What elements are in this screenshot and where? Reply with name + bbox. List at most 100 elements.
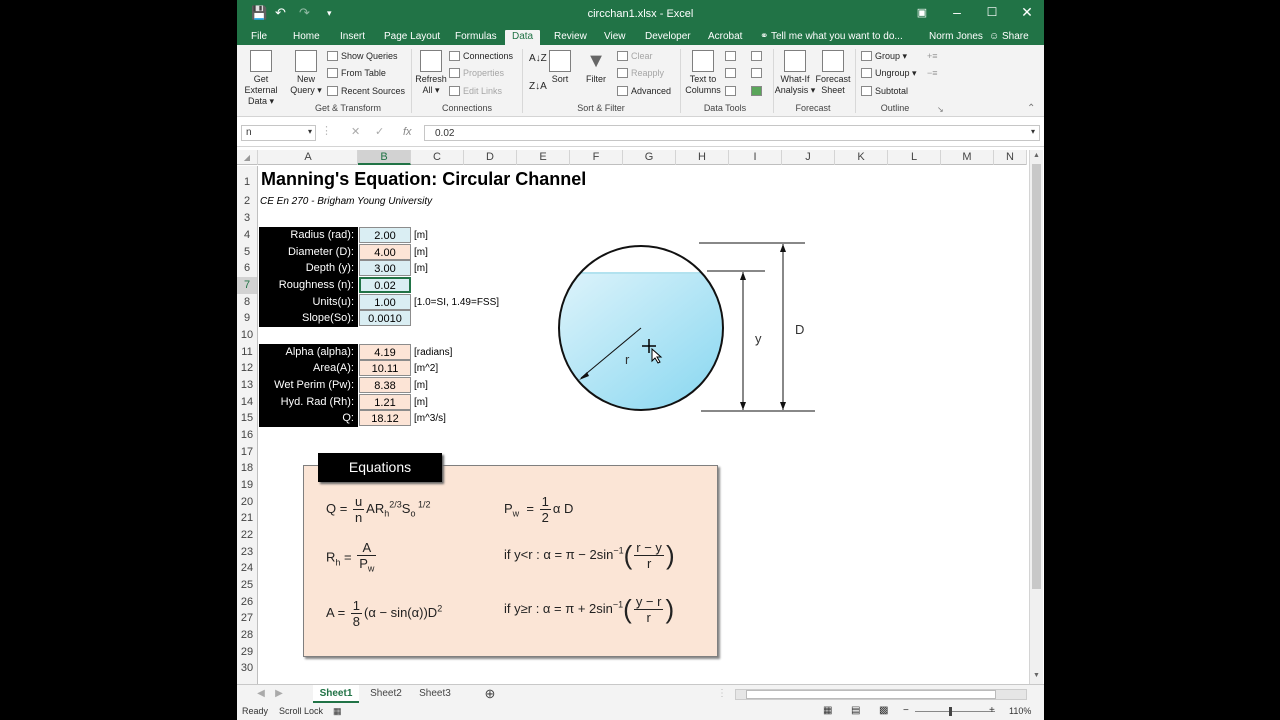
close-icon[interactable]: ✕ [1012, 4, 1042, 21]
sheet-subtitle[interactable]: CE En 270 - Brigham Young University [260, 196, 432, 207]
sort-za-button[interactable]: Z↓A [529, 81, 547, 92]
row-header[interactable]: 22 [237, 527, 257, 544]
vertical-scrollbar[interactable]: ▲ ▼ [1029, 150, 1043, 684]
name-box[interactable]: n ▾ [241, 125, 316, 141]
zoom-out-icon[interactable]: − [903, 705, 909, 716]
cell-value[interactable]: 1.21 [359, 394, 411, 410]
hide-detail-icon[interactable]: −≡ [927, 68, 938, 79]
zoom-in-icon[interactable]: + [989, 705, 995, 716]
cell-unit[interactable]: [m^2] [414, 360, 438, 377]
row-header[interactable]: 18 [237, 460, 257, 477]
maximize-icon[interactable]: ☐ [977, 5, 1007, 19]
equations-title[interactable]: Equations [318, 453, 442, 482]
group-button[interactable]: Group ▾ [861, 51, 907, 62]
row-header[interactable]: 1 [237, 166, 257, 191]
col-header[interactable]: L [888, 150, 941, 165]
from-table-button[interactable]: From Table [327, 68, 386, 79]
row-header[interactable]: 3 [237, 210, 257, 227]
ribbon-display-icon[interactable]: ▣ [907, 6, 937, 19]
row-header[interactable]: 14 [237, 394, 257, 411]
what-if-analysis-button[interactable]: What-If Analysis ▾ [773, 50, 817, 96]
chevron-down-icon[interactable]: ▾ [308, 127, 312, 136]
row-header[interactable]: 28 [237, 627, 257, 644]
col-header[interactable]: D [464, 150, 517, 165]
share-button[interactable]: ☺ Share [989, 30, 1029, 45]
next-sheet-icon[interactable]: ▶ [273, 685, 285, 703]
dialog-launcher-icon[interactable]: ↘ [937, 104, 944, 115]
minimize-icon[interactable]: – [942, 4, 972, 20]
clear-filter-button[interactable]: Clear [617, 51, 653, 62]
cell-label[interactable]: Hyd. Rad (Rh): [259, 394, 358, 411]
row-header[interactable]: 10 [237, 327, 257, 344]
macro-record-icon[interactable]: ▦ [333, 706, 342, 717]
cell-label[interactable]: Radius (rad): [259, 227, 358, 244]
add-sheet-icon[interactable]: ⊕ [482, 685, 498, 703]
sort-az-button[interactable]: A↓Z [529, 53, 547, 64]
refresh-all-button[interactable]: Refresh All ▾ [415, 50, 447, 96]
row-header[interactable]: 13 [237, 377, 257, 394]
col-header[interactable]: H [676, 150, 729, 165]
flash-fill-icon[interactable] [725, 51, 739, 62]
subtotal-button[interactable]: Subtotal [861, 86, 908, 97]
equations-box[interactable]: Q = u n ARh2/3So 1/2 Pw = 12α D Rh = A Pw i… [303, 465, 718, 657]
cancel-entry-icon[interactable]: ✕ [351, 125, 360, 138]
row-header[interactable]: 16 [237, 427, 257, 444]
tab-review[interactable]: Review [554, 30, 587, 45]
tab-home[interactable]: Home [293, 30, 320, 45]
zoom-slider-thumb[interactable] [949, 707, 952, 716]
col-header[interactable]: C [411, 150, 464, 165]
remove-duplicates-icon[interactable] [725, 68, 739, 79]
confirm-entry-icon[interactable]: ✓ [375, 125, 384, 138]
row-header[interactable]: 5 [237, 244, 257, 261]
reapply-button[interactable]: Reapply [617, 68, 664, 79]
edit-links-button[interactable]: Edit Links [449, 86, 502, 97]
cell-label[interactable]: Q: [259, 410, 358, 427]
insert-function-icon[interactable]: fx [403, 126, 412, 138]
sheet-tab-sheet2[interactable]: Sheet2 [363, 685, 409, 703]
cell-value[interactable]: 1.00 [359, 294, 411, 310]
col-header[interactable]: E [517, 150, 570, 165]
show-detail-icon[interactable]: +≡ [927, 51, 938, 62]
text-to-columns-button[interactable]: Text to Columns [683, 50, 723, 96]
manage-data-model-icon[interactable] [751, 86, 765, 97]
cell-value[interactable]: 2.00 [359, 227, 411, 243]
ungroup-button[interactable]: Ungroup ▾ [861, 68, 917, 79]
cell-unit[interactable]: [m^3/s] [414, 410, 446, 427]
row-header[interactable]: 27 [237, 610, 257, 627]
row-header[interactable]: 11 [237, 344, 257, 361]
select-all-corner[interactable]: ◢ [237, 150, 258, 165]
tab-view[interactable]: View [604, 30, 626, 45]
cell-unit[interactable]: [m] [414, 377, 428, 394]
row-header[interactable]: 20 [237, 494, 257, 511]
row-header[interactable]: 23 [237, 544, 257, 561]
cell-value[interactable]: 0.0010 [359, 310, 411, 326]
normal-view-icon[interactable]: ▦ [823, 705, 832, 716]
cell-label[interactable]: Alpha (alpha): [259, 344, 358, 361]
row-header[interactable]: 9 [237, 310, 257, 327]
sheet-tab-sheet3[interactable]: Sheet3 [412, 685, 458, 703]
row-header[interactable]: 25 [237, 577, 257, 594]
zoom-level[interactable]: 110% [1009, 706, 1031, 716]
col-header[interactable]: N [994, 150, 1027, 165]
forecast-sheet-button[interactable]: Forecast Sheet [815, 50, 851, 96]
tab-page-layout[interactable]: Page Layout [384, 30, 440, 45]
cell-unit[interactable]: [radians] [414, 344, 452, 361]
advanced-filter-button[interactable]: Advanced [617, 86, 671, 97]
page-layout-view-icon[interactable]: ▤ [851, 705, 860, 716]
col-header[interactable]: G [623, 150, 676, 165]
cell-label[interactable]: Depth (y): [259, 260, 358, 277]
prev-sheet-icon[interactable]: ◀ [255, 685, 267, 703]
col-header[interactable]: F [570, 150, 623, 165]
sort-button[interactable]: Sort [547, 50, 573, 85]
consolidate-icon[interactable] [751, 51, 765, 62]
show-queries-button[interactable]: Show Queries [327, 51, 398, 62]
row-header[interactable]: 17 [237, 444, 257, 461]
col-header[interactable]: J [782, 150, 835, 165]
row-header[interactable]: 24 [237, 560, 257, 577]
cell-unit[interactable]: [1.0=SI, 1.49=FSS] [414, 294, 499, 311]
new-query-button[interactable]: New Query ▾ [290, 50, 322, 96]
cell-unit[interactable]: [m] [414, 244, 428, 261]
col-header[interactable]: A [259, 150, 358, 165]
row-header[interactable]: 8 [237, 294, 257, 311]
tab-formulas[interactable]: Formulas [455, 30, 497, 45]
